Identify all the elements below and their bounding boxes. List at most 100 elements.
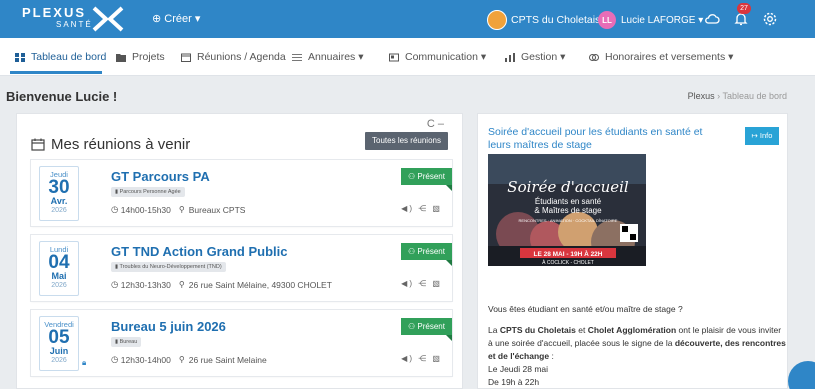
nav-label: Gestion ▾: [521, 51, 566, 63]
logo-subtext: SANTÉ: [56, 20, 93, 29]
meeting-tag-label: Bureau: [119, 339, 138, 345]
breadcrumb-separator: ›: [717, 91, 721, 101]
logo-x-mark: [92, 6, 124, 32]
meeting-tag: ▮ Parcours Personne Agée: [111, 187, 185, 197]
panel-title-text: Mes réunions à venir: [51, 136, 191, 153]
user-menu[interactable]: LL Lucie LAFORGE ▾: [598, 10, 703, 30]
upcoming-meetings-panel: C – Mes réunions à venir Toutes les réun…: [16, 113, 463, 389]
poster-subtitle-1: Étudiants en santé: [535, 197, 602, 206]
clock-icon: ◷: [111, 354, 121, 364]
poster-title: Soirée d'accueil: [507, 178, 629, 196]
event-date: Le Jeudi 28 mai: [488, 364, 549, 374]
event-panel: Soirée d'accueil pour les étudiants en s…: [477, 113, 788, 389]
nav-label: Tableau de bord: [31, 51, 107, 63]
top-bar: PLEXUS SANTÉ ⊕ Créer ▾ CPTS du Choletais…: [0, 0, 815, 38]
nav-label: Projets: [132, 51, 165, 63]
newspaper-icon: [389, 53, 399, 61]
poster-subtitle-3: RENCONTRES · ANIMATION · COCKTAIL DÎNATO…: [519, 218, 618, 223]
nav-tab-management[interactable]: Gestion ▾: [505, 38, 565, 76]
create-menu-button[interactable]: ⊕ Créer ▾: [152, 12, 200, 25]
list-icon: [292, 53, 302, 61]
event-question: Vous êtes étudiant en santé et/ou maître…: [488, 304, 683, 314]
nav-tab-projects[interactable]: Projets: [116, 38, 165, 76]
meeting-location: Bureaux CPTS: [188, 204, 246, 215]
chart-icon: [505, 52, 515, 62]
breadcrumb-root[interactable]: Plexus: [688, 91, 715, 101]
organization-selector[interactable]: CPTS du Choletais ▾: [487, 9, 608, 31]
chat-launcher-button[interactable]: [788, 361, 815, 389]
breadcrumb: Plexus › Tableau de bord: [688, 91, 787, 101]
meeting-actions[interactable]: ◀) ⋲ ▧: [401, 279, 442, 288]
page-title: Bienvenue Lucie !: [6, 89, 118, 104]
event-description: Vous êtes étudiant en santé et/ou maître…: [488, 303, 788, 389]
event-title[interactable]: Soirée d'accueil pour les étudiants en s…: [488, 126, 723, 152]
meeting-info: ◷ 12h30-14h00 ⚲ 26 rue Saint Melaine: [111, 354, 267, 365]
poster-place: À COCLICK - CHOLET: [542, 259, 594, 266]
organization-name: CPTS du Choletais ▾: [511, 14, 609, 26]
nav-tab-fees[interactable]: Honoraires et versements ▾: [589, 38, 733, 76]
meeting-time: 14h00-15h30: [120, 204, 171, 215]
meeting-card[interactable]: Jeudi 30 Avr. 2026 GT Parcours PA ▮ Parc…: [31, 160, 452, 226]
breadcrumb-current: Tableau de bord: [722, 91, 787, 101]
meeting-tag: ▮ Bureau: [111, 337, 142, 347]
meeting-time: 12h30-14h00: [120, 354, 171, 365]
meeting-day-number: 05: [48, 327, 70, 348]
meeting-info: ◷ 12h30-13h30 ⚲ 26 rue Saint Mélaine, 49…: [111, 279, 332, 290]
cloud-icon[interactable]: [704, 11, 720, 27]
dashboard-icon: [15, 52, 25, 62]
meeting-month: Avr.: [50, 196, 68, 206]
meeting-location: 26 rue Saint Mélaine, 49300 CHOLET: [188, 279, 332, 290]
poster-graphic: Soirée d'accueil Étudiants en santé & Ma…: [488, 154, 646, 266]
poster-date: LE 28 MAI - 19H À 22H: [534, 249, 603, 258]
location-pin-icon: ⚲: [178, 355, 185, 364]
meeting-month: Mai: [51, 271, 67, 281]
clock-icon: ◷: [111, 204, 121, 214]
meeting-location: 26 rue Saint Melaine: [188, 354, 267, 365]
event-paragraph: La CPTS du Choletais et Cholet Aggloméra…: [488, 324, 788, 389]
text-segment: et: [575, 325, 588, 335]
meeting-year: 2026: [51, 207, 67, 214]
clock-icon: ◷: [111, 279, 121, 289]
status-badge: ⚇ Présent: [401, 168, 452, 191]
meeting-actions[interactable]: ◀) ⋲ ▧: [401, 354, 442, 363]
meeting-tag-label: Troubles du Neuro-Développement (TND): [119, 264, 222, 270]
nav-label: Réunions / Agenda: [197, 51, 286, 63]
meeting-actions[interactable]: ◀) ⋲ ▧: [401, 204, 442, 213]
calendar-icon: [31, 138, 45, 151]
gear-icon[interactable]: [762, 11, 778, 27]
meeting-date: Jeudi 30 Avr. 2026: [39, 166, 79, 221]
organization-avatar: [487, 10, 507, 30]
status-label: Présent: [417, 322, 445, 331]
user-name: Lucie LAFORGE ▾: [621, 14, 704, 26]
meeting-card[interactable]: Vendredi 05 Juin 2026 🔒︎ Bureau 5 juin 2…: [31, 310, 452, 376]
folder-icon: [116, 53, 126, 62]
meeting-month: Juin: [49, 346, 69, 356]
status-label: Présent: [417, 172, 445, 181]
location-pin-icon: ⚲: [178, 280, 185, 289]
panel-refresh-collapse[interactable]: C –: [427, 118, 444, 130]
status-badge: ⚇ Présent: [401, 243, 452, 266]
calendar-icon: [181, 53, 191, 62]
meeting-tag: ▮ Troubles du Neuro-Développement (TND): [111, 262, 226, 272]
meeting-info: ◷ 14h00-15h30 ⚲ Bureaux CPTS: [111, 204, 245, 215]
event-poster-image[interactable]: Soirée d'accueil Étudiants en santé & Ma…: [488, 154, 646, 266]
text-segment: :: [549, 351, 554, 361]
location-pin-icon: ⚲: [178, 205, 185, 214]
nav-tab-communication[interactable]: Communication ▾: [389, 38, 486, 76]
meeting-card[interactable]: Lundi 04 Mai 2026 GT TND Action Grand Pu…: [31, 235, 452, 301]
meeting-title[interactable]: GT TND Action Grand Public: [111, 244, 287, 259]
meeting-day-number: 30: [48, 177, 70, 198]
nav-tab-directories[interactable]: Annuaires ▾: [292, 38, 363, 76]
meeting-title[interactable]: Bureau 5 juin 2026: [111, 319, 226, 334]
nav-tab-meetings[interactable]: Réunions / Agenda: [181, 38, 286, 76]
all-meetings-button[interactable]: Toutes les réunions: [365, 132, 448, 150]
notification-badge: 27: [737, 3, 751, 14]
meeting-title[interactable]: GT Parcours PA: [111, 169, 210, 184]
meeting-year: 2026: [51, 282, 67, 289]
info-button[interactable]: ↦ Info: [745, 127, 779, 145]
status-badge: ⚇ Présent: [401, 318, 452, 341]
text-bold: CPTS du Choletais: [499, 325, 576, 335]
nav-label: Honoraires et versements ▾: [605, 51, 734, 63]
nav-label: Annuaires ▾: [308, 51, 364, 63]
panel-title: Mes réunions à venir: [31, 136, 190, 153]
